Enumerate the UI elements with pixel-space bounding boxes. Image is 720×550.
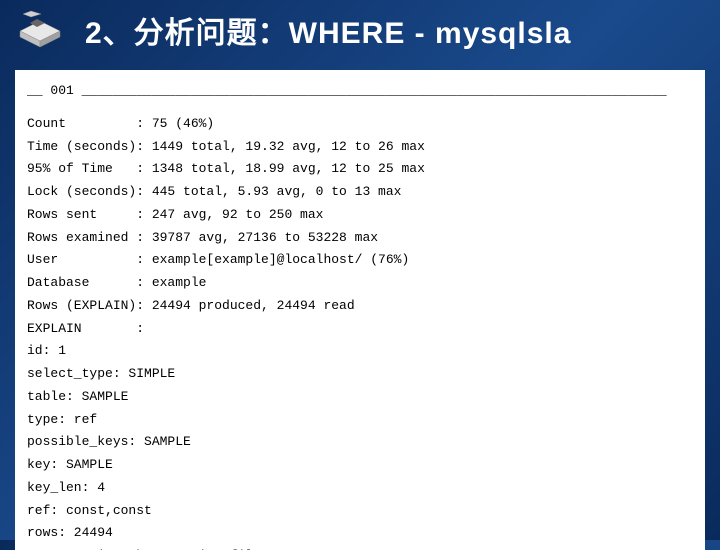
stat-row: Lock (seconds): 445 total, 5.93 avg, 0 t… bbox=[27, 181, 693, 204]
slide-title: 2、分析问题：WHERE - mysqlsla bbox=[85, 8, 571, 52]
rule-dashes: ________________________________________… bbox=[82, 83, 667, 98]
stats-block: Count : 75 (46%)Time (seconds): 1449 tot… bbox=[27, 113, 693, 341]
stat-row: Count : 75 (46%) bbox=[27, 113, 693, 136]
explain-line: type: ref bbox=[27, 409, 693, 432]
disk-icon bbox=[15, 9, 65, 51]
stat-row: User : example[example]@localhost/ (76%) bbox=[27, 249, 693, 272]
explain-block: id: 1select_type: SIMPLEtable: SAMPLEtyp… bbox=[27, 340, 693, 550]
explain-line: key: SAMPLE bbox=[27, 454, 693, 477]
rule-prefix: __ 001 bbox=[27, 83, 82, 98]
stat-row: Rows examined : 39787 avg, 27136 to 5322… bbox=[27, 227, 693, 250]
explain-line: id: 1 bbox=[27, 340, 693, 363]
stat-row: Database : example bbox=[27, 272, 693, 295]
explain-line: rows: 24494 bbox=[27, 522, 693, 545]
explain-line: table: SAMPLE bbox=[27, 386, 693, 409]
explain-line: ref: const,const bbox=[27, 500, 693, 523]
explain-line: select_type: SIMPLE bbox=[27, 363, 693, 386]
tool-name: mysqlsla bbox=[435, 17, 571, 50]
explain-line: Extra: Using where; Using filesort bbox=[27, 545, 693, 550]
explain-line: key_len: 4 bbox=[27, 477, 693, 500]
stat-row: Rows (EXPLAIN): 24494 produced, 24494 re… bbox=[27, 295, 693, 318]
stat-row: EXPLAIN : bbox=[27, 318, 693, 341]
stat-row: Time (seconds): 1449 total, 19.32 avg, 1… bbox=[27, 136, 693, 159]
spacer bbox=[27, 103, 693, 113]
section-rule: __ 001 _________________________________… bbox=[27, 80, 693, 103]
slide-header: 2、分析问题：WHERE - mysqlsla bbox=[0, 0, 720, 60]
output-panel: __ 001 _________________________________… bbox=[15, 70, 705, 550]
stat-row: 95% of Time : 1348 total, 18.99 avg, 12 … bbox=[27, 158, 693, 181]
title-text: 2、分析问题：WHERE - bbox=[85, 17, 435, 50]
stat-row: Rows sent : 247 avg, 92 to 250 max bbox=[27, 204, 693, 227]
explain-line: possible_keys: SAMPLE bbox=[27, 431, 693, 454]
